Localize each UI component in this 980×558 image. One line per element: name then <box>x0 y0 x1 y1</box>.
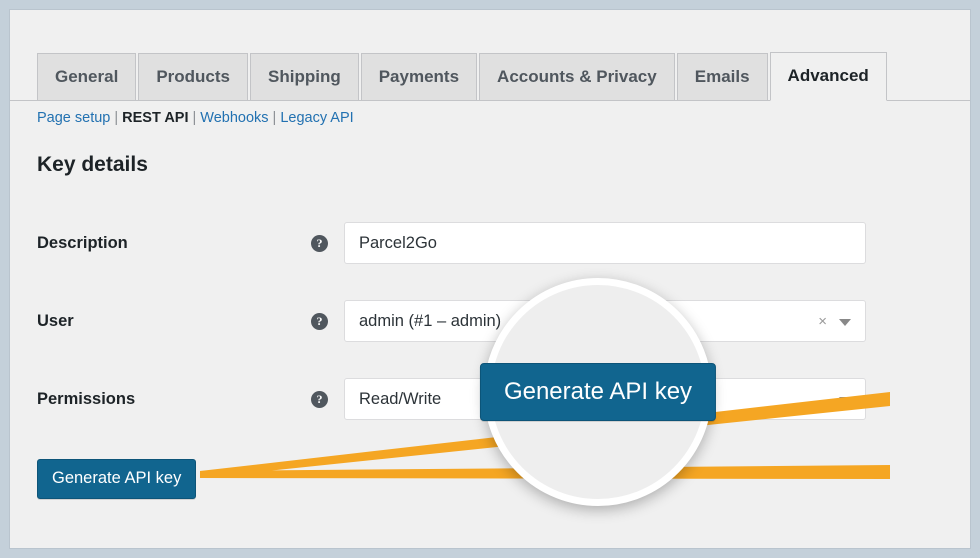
subnav-link-rest-api[interactable]: REST API <box>122 110 188 126</box>
tab-payments[interactable]: Payments <box>360 53 478 100</box>
magnified-generate-api-key-button[interactable]: Generate API key <box>479 363 717 421</box>
tab-products[interactable]: Products <box>138 53 248 100</box>
description-label: Description <box>37 234 128 252</box>
subnav-link-page-setup[interactable]: Page setup <box>37 110 110 126</box>
form-row-description: Description ? Parcel2Go <box>10 216 970 294</box>
page-title: Key details <box>37 153 148 176</box>
tab-emails[interactable]: Emails <box>676 53 768 100</box>
permissions-select-value: Read/Write <box>359 390 442 408</box>
subnav-separator: | <box>114 110 119 126</box>
tab-general[interactable]: General <box>37 53 137 100</box>
subnav: Page setup | REST API | Webhooks | Legacy API <box>37 108 354 128</box>
description-input[interactable]: Parcel2Go <box>344 222 866 264</box>
magnifier-circle: Generate API key <box>479 278 717 506</box>
screenshot-root: General Products Shipping Payments Accou… <box>0 0 980 558</box>
subnav-separator: | <box>272 110 277 126</box>
user-select-value: admin (#1 – admin) <box>359 312 502 330</box>
subnav-separator: | <box>192 110 197 126</box>
subnav-link-legacy-api[interactable]: Legacy API <box>280 110 353 126</box>
user-label: User <box>37 312 74 330</box>
chevron-down-icon[interactable] <box>839 319 851 326</box>
settings-tab-bar: General Products Shipping Payments Accou… <box>10 45 970 101</box>
permissions-label: Permissions <box>37 390 136 408</box>
generate-api-key-button[interactable]: Generate API key <box>37 459 197 499</box>
tab-accounts-privacy[interactable]: Accounts & Privacy <box>479 53 675 100</box>
subnav-link-webhooks[interactable]: Webhooks <box>200 110 268 126</box>
help-question-icon[interactable]: ? <box>311 313 328 330</box>
clear-icon[interactable]: × <box>818 313 827 330</box>
woocommerce-settings-page: General Products Shipping Payments Accou… <box>9 9 971 549</box>
tab-advanced[interactable]: Advanced <box>769 52 887 101</box>
tab-shipping[interactable]: Shipping <box>250 53 359 100</box>
description-input-value: Parcel2Go <box>359 234 437 252</box>
help-question-icon[interactable]: ? <box>311 235 328 252</box>
settings-tab-list: General Products Shipping Payments Accou… <box>37 52 889 101</box>
help-question-icon[interactable]: ? <box>311 391 328 408</box>
chevron-down-icon[interactable] <box>839 397 851 404</box>
